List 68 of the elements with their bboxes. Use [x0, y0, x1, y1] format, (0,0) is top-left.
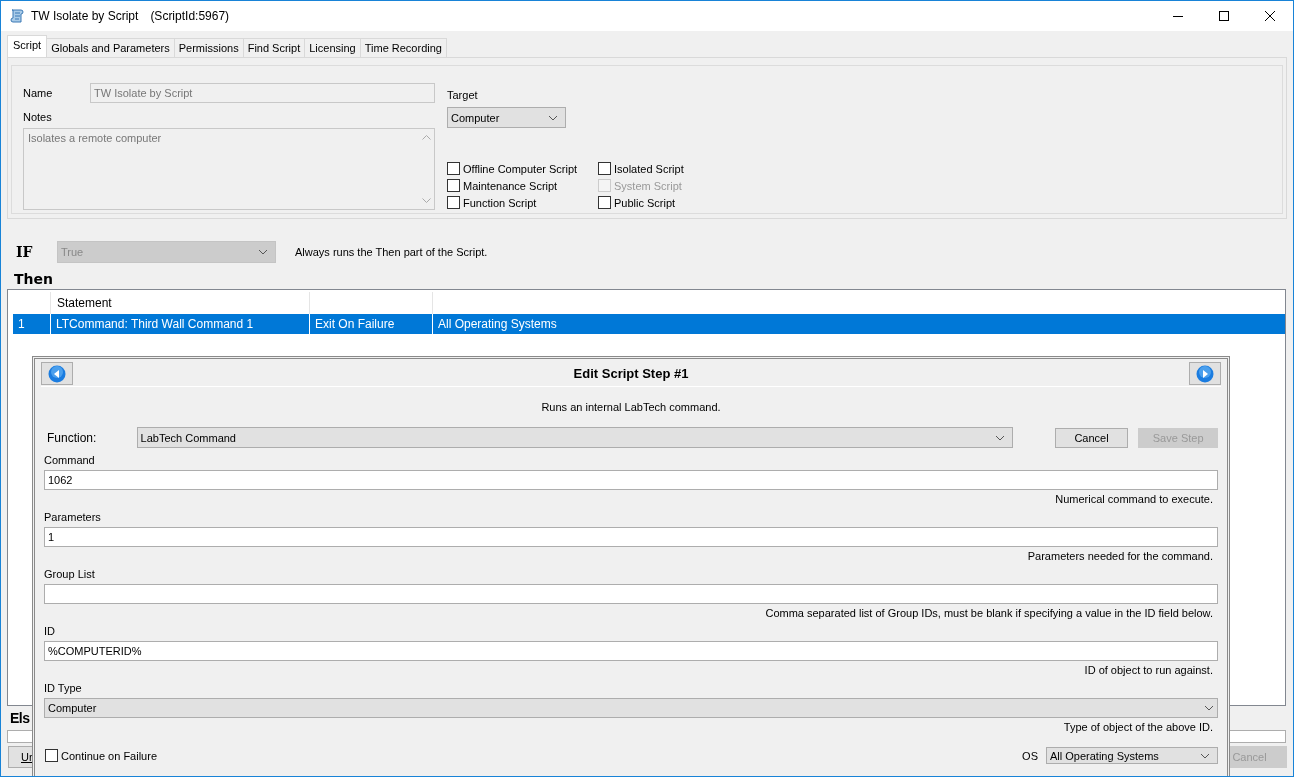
- maximize-icon: [1219, 11, 1229, 21]
- chevron-down-icon: [1200, 752, 1210, 759]
- field-label: Command: [44, 454, 95, 466]
- name-field[interactable]: TW Isolate by Script: [90, 83, 435, 103]
- table-cell: LTCommand: Third Wall Command 1: [51, 314, 310, 334]
- function-dropdown[interactable]: LabTech Command: [136, 427, 1013, 448]
- chevron-down-icon: [1204, 705, 1214, 711]
- checkbox-label: Public Script: [614, 196, 676, 209]
- checkbox-label: System Script: [614, 179, 682, 192]
- notes-field[interactable]: Isolates a remote computer: [23, 128, 435, 210]
- scroll-up-icon[interactable]: [421, 135, 431, 140]
- scroll-icon: [9, 8, 25, 24]
- previous-button[interactable]: [41, 362, 73, 385]
- tab[interactable]: Script: [7, 35, 48, 57]
- field-hint: Numerical command to execute.: [1055, 493, 1214, 505]
- checkbox-label: Function Script: [463, 196, 537, 209]
- checkbox-label: Offline Computer Script: [463, 162, 578, 175]
- statement-row[interactable]: 1 LTCommand: Third Wall Command 1 Exit On Failure All Operating Systems: [13, 314, 1285, 334]
- then-label: Then: [14, 271, 53, 287]
- checkbox-label: Isolated Script: [614, 162, 684, 175]
- id-type-dropdown[interactable]: Computer: [44, 698, 1218, 718]
- dialog-title: Edit Script Step #1: [573, 366, 689, 381]
- name-label: Name: [23, 87, 54, 99]
- field-label: Group List: [44, 568, 95, 580]
- tab[interactable]: Licensing: [304, 38, 361, 57]
- checkbox-label: Continue on Failure: [61, 749, 157, 762]
- chevron-down-icon: [994, 434, 1005, 441]
- field-hint: Parameters needed for the command.: [1027, 550, 1214, 562]
- function-label: Function:: [46, 430, 98, 445]
- dialog-description: Runs an internal LabTech command.: [541, 401, 721, 413]
- os-label: OS: [1022, 749, 1038, 762]
- checkbox[interactable]: [598, 196, 611, 209]
- input-field[interactable]: 1062: [44, 470, 1218, 490]
- window-title: TW Isolate by Script: [31, 9, 139, 23]
- if-label: IF: [16, 244, 34, 260]
- scroll-down-icon[interactable]: [421, 198, 431, 203]
- field-hint: ID of object to run against.: [1084, 664, 1214, 676]
- input-field[interactable]: %COMPUTERID%: [44, 641, 1218, 661]
- checkbox[interactable]: [447, 162, 460, 175]
- close-icon: [1265, 11, 1275, 21]
- else-label: Els: [10, 710, 30, 726]
- field-label: ID: [44, 625, 55, 637]
- checkbox[interactable]: [45, 749, 58, 762]
- checkbox[interactable]: [598, 162, 611, 175]
- field-hint: Comma separated list of Group IDs, must be blank if specifying a value in the ID field below.: [765, 607, 1214, 619]
- table-cell-text: All Operating Systems: [437, 316, 558, 333]
- notes-label: Notes: [23, 111, 52, 123]
- input-field[interactable]: 1: [44, 527, 1218, 547]
- target-label: Target: [447, 89, 478, 101]
- checkbox[interactable]: [447, 196, 460, 209]
- checkbox[interactable]: [447, 179, 460, 192]
- tab[interactable]: Time Recording: [359, 38, 447, 57]
- checkbox-label: Maintenance Script: [463, 179, 558, 192]
- field-hint: Type of object of the above ID.: [1063, 721, 1214, 733]
- chevron-down-icon: [548, 114, 558, 121]
- condition-description: Always runs the Then part of the Script.: [295, 246, 488, 258]
- input-field[interactable]: [44, 584, 1218, 604]
- field-label: Parameters: [44, 511, 101, 523]
- target-dropdown[interactable]: Computer: [447, 107, 566, 128]
- os-dropdown[interactable]: All Operating Systems: [1046, 747, 1218, 764]
- row-number: 1: [13, 314, 51, 334]
- field-label: ID Type: [44, 682, 82, 694]
- cancel-button[interactable]: Cancel: [1054, 427, 1129, 448]
- table-cell: Exit On Failure: [310, 314, 433, 334]
- tab[interactable]: Find Script: [242, 38, 306, 57]
- next-button[interactable]: [1189, 362, 1221, 385]
- chevron-down-icon: [258, 249, 268, 255]
- script-id: (ScriptId:5967): [150, 9, 230, 23]
